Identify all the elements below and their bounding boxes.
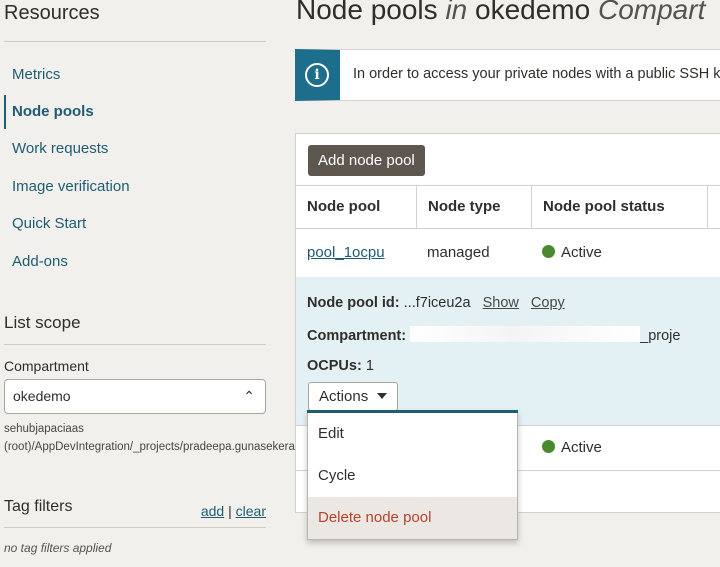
status-text: Active <box>561 244 602 261</box>
compartment-detail-label: Compartment: <box>307 328 407 344</box>
compartment-line: Compartment: _proje <box>307 326 680 344</box>
tag-add-link[interactable]: add <box>201 503 224 519</box>
column-header-more[interactable]: I <box>708 186 720 228</box>
status-cell: Active <box>542 244 602 261</box>
tag-filter-links: add | clear <box>201 503 266 519</box>
title-text: Node pools <box>296 0 446 25</box>
sidebar-item-metrics[interactable]: Metrics <box>4 58 266 92</box>
sidebar-item-add-ons[interactable]: Add-ons <box>4 245 266 279</box>
compartment-label: Compartment <box>4 358 89 374</box>
page-title: Node pools in okedemo Compart <box>296 0 705 26</box>
compartment-select[interactable]: okedemo ⌃ <box>4 379 266 414</box>
redacted-compartment <box>410 326 641 342</box>
column-header-node-type[interactable]: Node type <box>417 186 532 228</box>
node-pool-id-label: Node pool id: <box>307 295 400 311</box>
menu-item-delete-node-pool[interactable]: Delete node pool <box>308 497 517 539</box>
menu-item-edit[interactable]: Edit <box>308 413 517 455</box>
compartment-select-value: okedemo <box>13 388 71 404</box>
updown-chevron-icon: ⌃ <box>243 388 255 404</box>
node-type-cell: managed <box>427 244 490 261</box>
info-banner: i In order to access your private nodes … <box>295 49 720 101</box>
actions-label: Actions <box>319 388 369 405</box>
divider <box>4 41 266 42</box>
ocpus-value: 1 <box>365 358 374 374</box>
tag-filters-heading: Tag filters <box>4 498 73 515</box>
node-pool-id-line: Node pool id: ...f7iceu2a Show Copy <box>307 295 565 311</box>
list-scope-heading: List scope <box>4 313 81 332</box>
show-id-link[interactable]: Show <box>483 295 519 311</box>
menu-item-cycle[interactable]: Cycle <box>308 455 517 497</box>
title-compartment-name: okedemo <box>467 0 598 25</box>
tag-filters-empty: no tag filters applied <box>4 541 112 555</box>
caret-down-icon <box>377 393 388 399</box>
add-node-pool-button[interactable]: Add node pool <box>308 145 425 176</box>
node-pool-link[interactable]: pool_1ocpu <box>307 244 385 261</box>
copy-id-link[interactable]: Copy <box>531 295 565 311</box>
resources-sidebar: Resources Metrics Node pools Work reques… <box>0 0 346 567</box>
compartment-detail-tail: _proje <box>640 328 681 344</box>
status-text: Active <box>561 439 602 456</box>
banner-message: In order to access your private nodes wi… <box>353 66 720 82</box>
divider <box>4 527 266 528</box>
active-status-dot-icon <box>542 245 555 258</box>
actions-menu: Edit Cycle Delete node pool <box>307 410 518 540</box>
info-icon: i <box>305 63 329 87</box>
title-in: in <box>445 0 468 25</box>
tag-clear-link[interactable]: clear <box>236 503 266 519</box>
table-header: Node pool Node type Node pool status I <box>296 185 720 229</box>
column-header-status[interactable]: Node pool status <box>532 186 708 228</box>
tag-link-separator: | <box>228 503 232 519</box>
node-pool-id-value: ...f7iceu2a <box>403 295 471 311</box>
active-status-dot-icon <box>542 440 555 453</box>
sidebar-title: Resources <box>4 2 100 24</box>
title-compartment-suffix: Compart <box>597 0 706 25</box>
sidebar-item-work-requests[interactable]: Work requests <box>4 132 266 166</box>
sidebar-item-image-verification[interactable]: Image verification <box>4 170 266 204</box>
actions-dropdown-button[interactable]: Actions <box>308 382 399 411</box>
status-cell: Active <box>542 439 602 456</box>
ocpus-label: OCPUs: <box>307 358 362 374</box>
divider <box>4 344 266 345</box>
column-header-node-pool[interactable]: Node pool <box>296 186 417 228</box>
sidebar-item-quick-start[interactable]: Quick Start <box>4 207 266 241</box>
sidebar-item-node-pools[interactable]: Node pools <box>4 95 266 129</box>
ocpus-line: OCPUs: 1 <box>307 358 374 374</box>
compartment-path: sehubjapaciaas (root)/AppDevIntegration/… <box>4 423 346 453</box>
